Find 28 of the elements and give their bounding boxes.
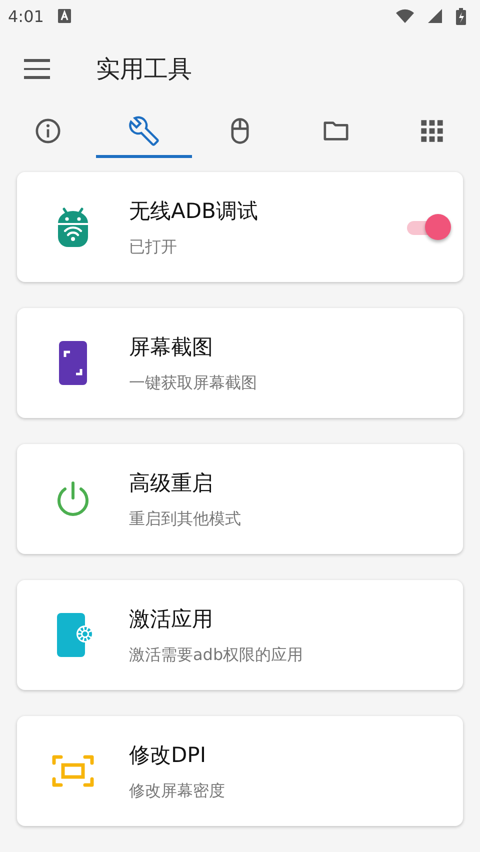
tool-card[interactable]: 屏幕截图 一键获取屏幕截图 bbox=[17, 308, 463, 418]
battery-icon bbox=[456, 8, 466, 24]
app-title: 实用工具 bbox=[96, 54, 192, 85]
tool-title: 屏幕截图 bbox=[129, 334, 214, 360]
tool-card[interactable]: 修改DPI 修改屏幕密度 bbox=[17, 716, 463, 826]
tool-title: 激活应用 bbox=[129, 606, 214, 632]
menu-button[interactable] bbox=[24, 59, 50, 79]
wrench-icon bbox=[129, 116, 159, 146]
tool-card[interactable]: 无线ADB调试 已打开 bbox=[17, 172, 463, 282]
grid-icon bbox=[419, 118, 445, 144]
tool-subtitle: 已打开 bbox=[129, 236, 178, 258]
tool-card[interactable]: 高级重启 重启到其他模式 bbox=[17, 444, 463, 554]
tool-title: 无线ADB调试 bbox=[129, 198, 259, 224]
tool-subtitle: 重启到其他模式 bbox=[129, 508, 242, 530]
tool-subtitle: 一键获取屏幕截图 bbox=[129, 372, 258, 394]
tool-subtitle: 修改屏幕密度 bbox=[129, 780, 226, 802]
keyboard-notification-icon bbox=[58, 9, 71, 23]
tool-title: 高级重启 bbox=[129, 470, 214, 496]
resize-frame-icon bbox=[51, 753, 95, 789]
tool-title: 修改DPI bbox=[129, 742, 208, 768]
android-wifi-icon bbox=[56, 207, 90, 247]
tool-card[interactable]: 激活应用 激活需要adb权限的应用 bbox=[17, 580, 463, 690]
phone-screenshot-icon bbox=[58, 340, 88, 386]
info-icon bbox=[34, 116, 62, 144]
status-time: 4:01 bbox=[8, 6, 44, 26]
tool-subtitle: 激活需要adb权限的应用 bbox=[129, 644, 304, 666]
signal-icon bbox=[428, 9, 442, 23]
wifi-icon bbox=[396, 9, 414, 23]
